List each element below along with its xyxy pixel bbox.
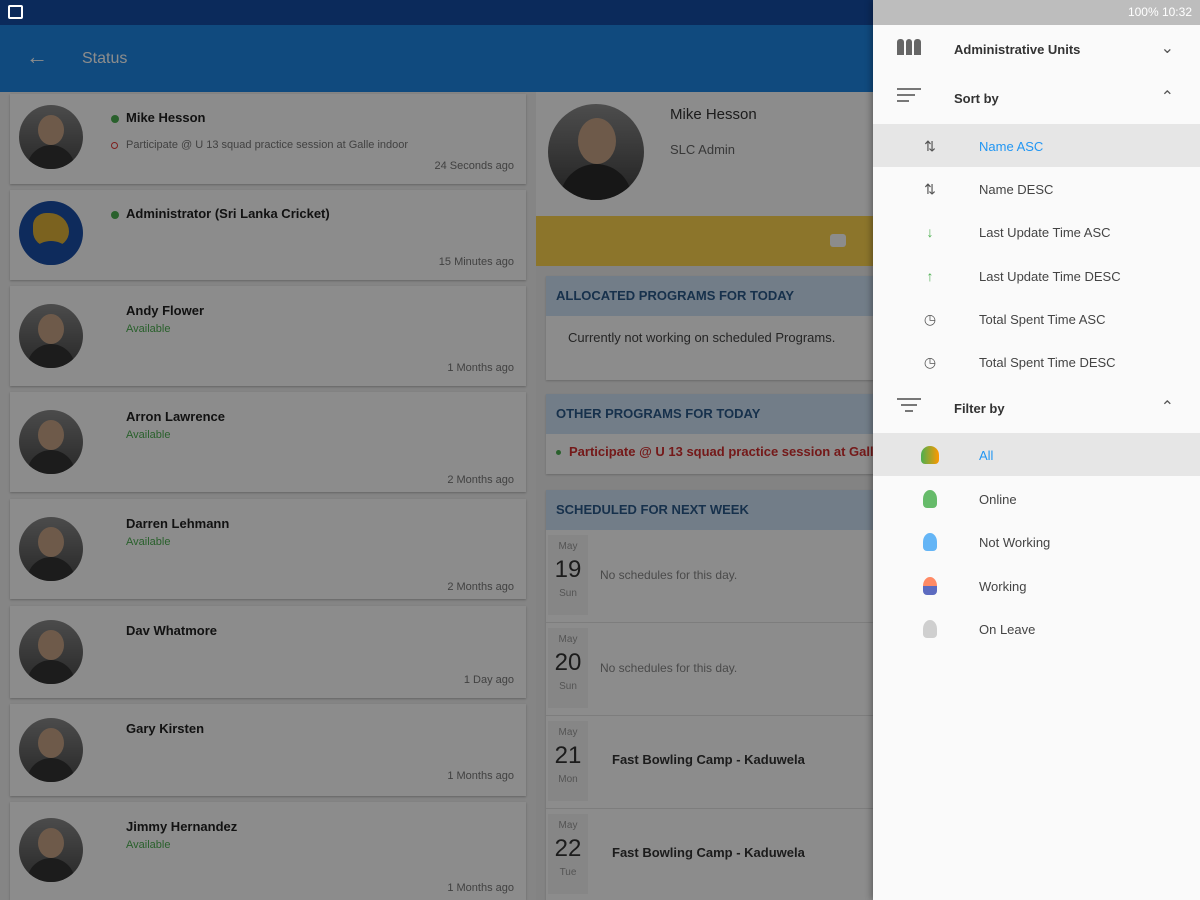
sort-by-group[interactable]: Sort by ⌃ [873,74,1200,123]
sort-option-update-asc[interactable]: ↓ Last Update Time ASC [873,210,1200,253]
option-label: Total Spent Time ASC [979,312,1106,327]
filter-option-working[interactable]: Working [873,564,1200,607]
option-label: Name ASC [979,139,1044,154]
clock-asc-icon: ◷ [923,311,937,327]
option-label: Last Update Time DESC [979,269,1121,284]
group-icon [897,39,922,59]
filter-icon [897,398,921,418]
all-users-icon [921,446,939,464]
sort-alpha-asc-icon: ⇅ [924,138,936,154]
option-label: Not Working [979,535,1051,550]
filter-by-group[interactable]: Filter by ⌃ [873,384,1200,433]
group-label: Administrative Units [954,42,1081,57]
filter-option-online[interactable]: Online [873,477,1200,520]
group-label: Filter by [954,401,1005,416]
sort-option-name-desc[interactable]: ⇅ Name DESC [873,167,1200,210]
arrow-down-icon: ↓ [926,224,934,240]
chevron-up-icon: ⌃ [1160,399,1174,416]
sort-option-spent-desc[interactable]: ◷ Total Spent Time DESC [873,340,1200,383]
user-online-icon [923,490,937,508]
option-label: Working [979,579,1027,594]
option-label: All [979,448,994,463]
sort-alpha-desc-icon: ⇅ [924,181,936,197]
group-label: Sort by [954,91,999,106]
drawer-scrim[interactable] [0,25,873,900]
admin-units-group[interactable]: Administrative Units ⌄ [873,25,1200,74]
option-label: Last Update Time ASC [979,225,1111,240]
user-working-icon [923,577,937,595]
drawer-status-bar: 100% 10:32 [873,0,1200,25]
user-on-leave-icon [923,620,937,638]
clock-desc-icon: ◷ [923,354,937,370]
sort-option-name-asc[interactable]: ⇅ Name ASC [873,124,1200,167]
option-label: Name DESC [979,182,1054,197]
user-not-working-icon [923,533,937,551]
filter-option-on-leave[interactable]: On Leave [873,607,1200,650]
arrow-up-icon: ↑ [926,268,934,284]
option-label: Online [979,492,1017,507]
filter-option-not-working[interactable]: Not Working [873,520,1200,563]
filter-option-all[interactable]: All [873,433,1200,476]
sort-filter-drawer: 100% 10:32 Administrative Units ⌄ Sort b… [873,0,1200,900]
sort-option-update-desc[interactable]: ↑ Last Update Time DESC [873,254,1200,297]
status-bar-text: 100% 10:32 [1127,5,1192,19]
chevron-up-icon: ⌃ [1160,89,1174,106]
sort-icon [897,88,921,108]
gallery-notification-icon [8,5,23,19]
option-label: On Leave [979,622,1036,637]
chevron-down-icon: ⌄ [1160,40,1174,57]
sort-option-spent-asc[interactable]: ◷ Total Spent Time ASC [873,297,1200,340]
option-label: Total Spent Time DESC [979,355,1116,370]
